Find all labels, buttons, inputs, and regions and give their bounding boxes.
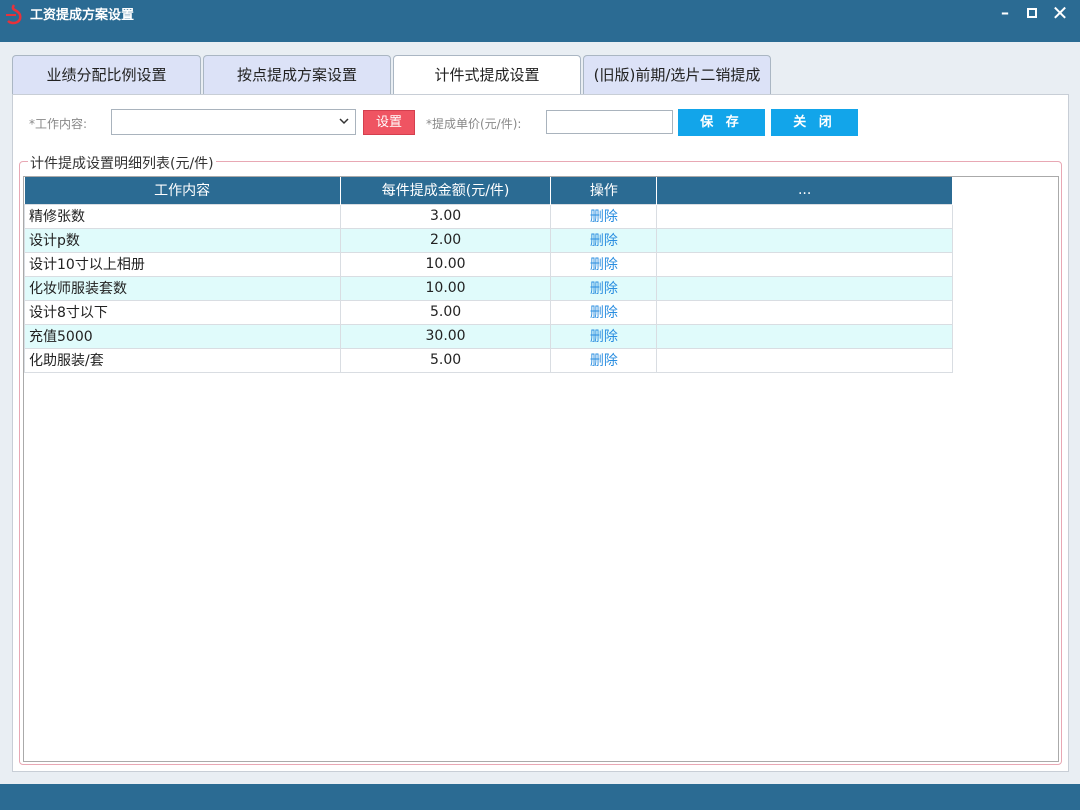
cell-empty: [656, 299, 953, 325]
delete-link[interactable]: 删除: [550, 323, 658, 349]
cell-work-content: 精修张数: [24, 203, 341, 229]
col-header-action[interactable]: 操作: [550, 177, 658, 204]
close-button[interactable]: 关 闭: [771, 109, 858, 136]
cell-empty: [656, 251, 953, 277]
cell-work-content: 化助服装/套: [24, 347, 341, 373]
delete-link[interactable]: 删除: [550, 203, 658, 229]
cell-amount: 5.00: [339, 299, 552, 325]
tab-legacy-commission[interactable]: (旧版)前期/选片二销提成: [583, 55, 771, 95]
table-row[interactable]: 精修张数 3.00 删除: [24, 203, 953, 229]
delete-link[interactable]: 删除: [550, 299, 658, 325]
main-area: 业绩分配比例设置 按点提成方案设置 计件式提成设置 (旧版)前期/选片二销提成 …: [0, 42, 1080, 784]
table-row[interactable]: 设计10寸以上相册 10.00 删除: [24, 251, 953, 277]
cell-amount: 2.00: [339, 227, 552, 253]
commission-table: 工作内容 每件提成金额(元/件) 操作 ... 精修张数 3.00 删除 设计p…: [24, 177, 953, 373]
delete-link[interactable]: 删除: [550, 251, 658, 277]
minimize-button[interactable]: –: [994, 3, 1016, 23]
cell-empty: [656, 227, 953, 253]
form-row: *工作内容: 设置 *提成单价(元/件): 保 存 关 闭: [13, 107, 1068, 137]
cell-amount: 30.00: [339, 323, 552, 349]
delete-link[interactable]: 删除: [550, 275, 658, 301]
minimize-icon: –: [1001, 3, 1009, 22]
title-bar: 工资提成方案设置 – ✕: [0, 0, 1080, 42]
tab-point-commission[interactable]: 按点提成方案设置: [203, 55, 391, 95]
cell-work-content: 设计8寸以下: [24, 299, 341, 325]
detail-grid[interactable]: 工作内容 每件提成金额(元/件) 操作 ... 精修张数 3.00 删除 设计p…: [23, 176, 1059, 762]
delete-link[interactable]: 删除: [550, 227, 658, 253]
delete-link[interactable]: 删除: [550, 347, 658, 373]
table-row[interactable]: 充值5000 30.00 删除: [24, 323, 953, 349]
table-row[interactable]: 化助服装/套 5.00 删除: [24, 347, 953, 373]
cell-amount: 5.00: [339, 347, 552, 373]
status-bar: [0, 784, 1080, 810]
col-header-more[interactable]: ...: [656, 177, 953, 204]
chevron-down-icon: [339, 118, 349, 125]
unit-price-input[interactable]: [546, 110, 673, 134]
close-icon: ✕: [1051, 1, 1069, 25]
tab-panel: *工作内容: 设置 *提成单价(元/件): 保 存 关 闭 计件提成设置明细列表…: [12, 94, 1069, 772]
window-title: 工资提成方案设置: [30, 8, 135, 23]
cell-work-content: 充值5000: [24, 323, 341, 349]
cell-work-content: 设计p数: [24, 227, 341, 253]
table-row[interactable]: 设计p数 2.00 删除: [24, 227, 953, 253]
col-header-work-content[interactable]: 工作内容: [24, 177, 341, 204]
cell-work-content: 化妆师服装套数: [24, 275, 341, 301]
detail-groupbox: 计件提成设置明细列表(元/件) 工作内容 每件提成金额(元/件) 操作 ... …: [19, 153, 1062, 765]
col-header-amount[interactable]: 每件提成金额(元/件): [340, 177, 552, 204]
maximize-icon: [1027, 8, 1037, 18]
set-button[interactable]: 设置: [363, 110, 415, 135]
cell-amount: 10.00: [339, 251, 552, 277]
cell-empty: [656, 347, 953, 373]
work-content-label: *工作内容:: [29, 117, 88, 131]
unit-price-label: *提成单价(元/件):: [426, 117, 522, 131]
work-content-select[interactable]: [111, 109, 356, 135]
cell-empty: [656, 203, 953, 229]
cell-amount: 3.00: [339, 203, 552, 229]
save-button[interactable]: 保 存: [678, 109, 765, 136]
cell-empty: [656, 323, 953, 349]
group-legend: 计件提成设置明细列表(元/件): [28, 153, 216, 173]
cell-empty: [656, 275, 953, 301]
table-row[interactable]: 化妆师服装套数 10.00 删除: [24, 275, 953, 301]
cell-work-content: 设计10寸以上相册: [24, 251, 341, 277]
tab-piece-commission[interactable]: 计件式提成设置: [393, 55, 581, 96]
maximize-button[interactable]: [1021, 3, 1043, 23]
tab-sales-allocation[interactable]: 业绩分配比例设置: [12, 55, 201, 95]
app-logo-icon: [6, 4, 22, 25]
close-window-button[interactable]: ✕: [1049, 3, 1071, 23]
cell-amount: 10.00: [339, 275, 552, 301]
table-row[interactable]: 设计8寸以下 5.00 删除: [24, 299, 953, 325]
table-header-row: 工作内容 每件提成金额(元/件) 操作 ...: [24, 177, 953, 204]
